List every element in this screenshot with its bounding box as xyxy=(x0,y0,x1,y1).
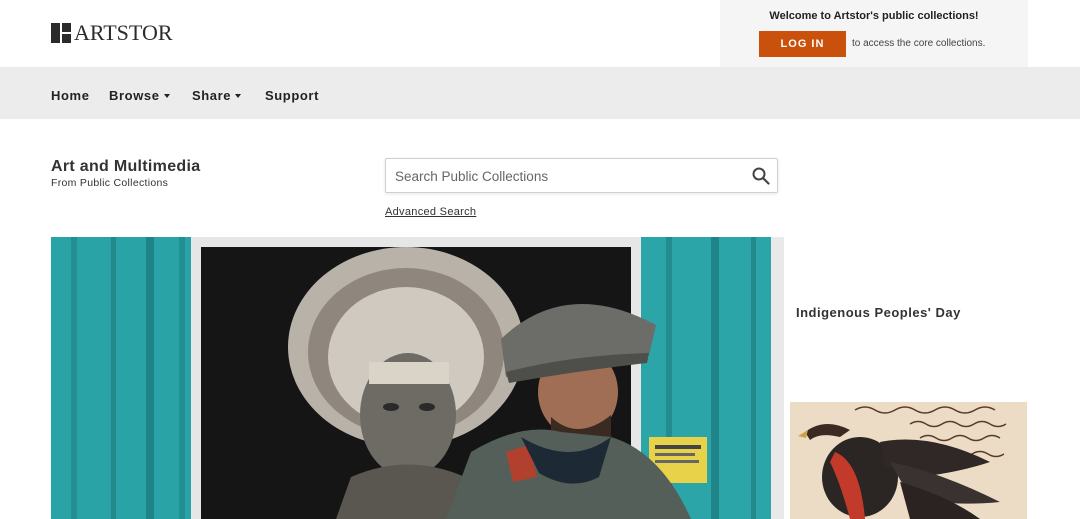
nav-browse[interactable]: Browse xyxy=(109,88,170,103)
logo-mark-icon xyxy=(51,23,71,43)
page: ARTSTOR Welcome to Artstor's public coll… xyxy=(0,0,1080,519)
caret-down-icon xyxy=(235,94,242,98)
feature-title[interactable]: Indigenous Peoples' Day xyxy=(796,305,961,320)
nav-support-label: Support xyxy=(265,88,320,103)
main-nav: Home Browse Share Support xyxy=(0,67,1080,119)
nav-home-label: Home xyxy=(51,88,90,103)
nav-home[interactable]: Home xyxy=(51,88,90,103)
search-input[interactable] xyxy=(395,167,735,185)
nav-share-label: Share xyxy=(192,88,232,103)
artstor-logo[interactable]: ARTSTOR xyxy=(51,20,173,45)
hero-image[interactable] xyxy=(51,237,784,519)
logo-text: ARTSTOR xyxy=(74,20,173,45)
search-icon[interactable] xyxy=(751,166,771,186)
login-note: to access the core collections. xyxy=(852,38,986,49)
welcome-text: Welcome to Artstor's public collections! xyxy=(769,10,979,22)
feature-image[interactable] xyxy=(790,402,1027,519)
nav-browse-label: Browse xyxy=(109,88,160,103)
page-subtitle: From Public Collections xyxy=(51,177,169,189)
caret-down-icon xyxy=(163,94,170,98)
login-panel: Welcome to Artstor's public collections!… xyxy=(720,0,1028,67)
page-title: Art and Multimedia xyxy=(51,158,201,175)
login-button[interactable]: LOG IN xyxy=(759,31,846,57)
search-box xyxy=(385,158,778,193)
nav-share[interactable]: Share xyxy=(192,88,242,103)
nav-support[interactable]: Support xyxy=(265,88,319,103)
advanced-search-link[interactable]: Advanced Search xyxy=(385,206,476,218)
